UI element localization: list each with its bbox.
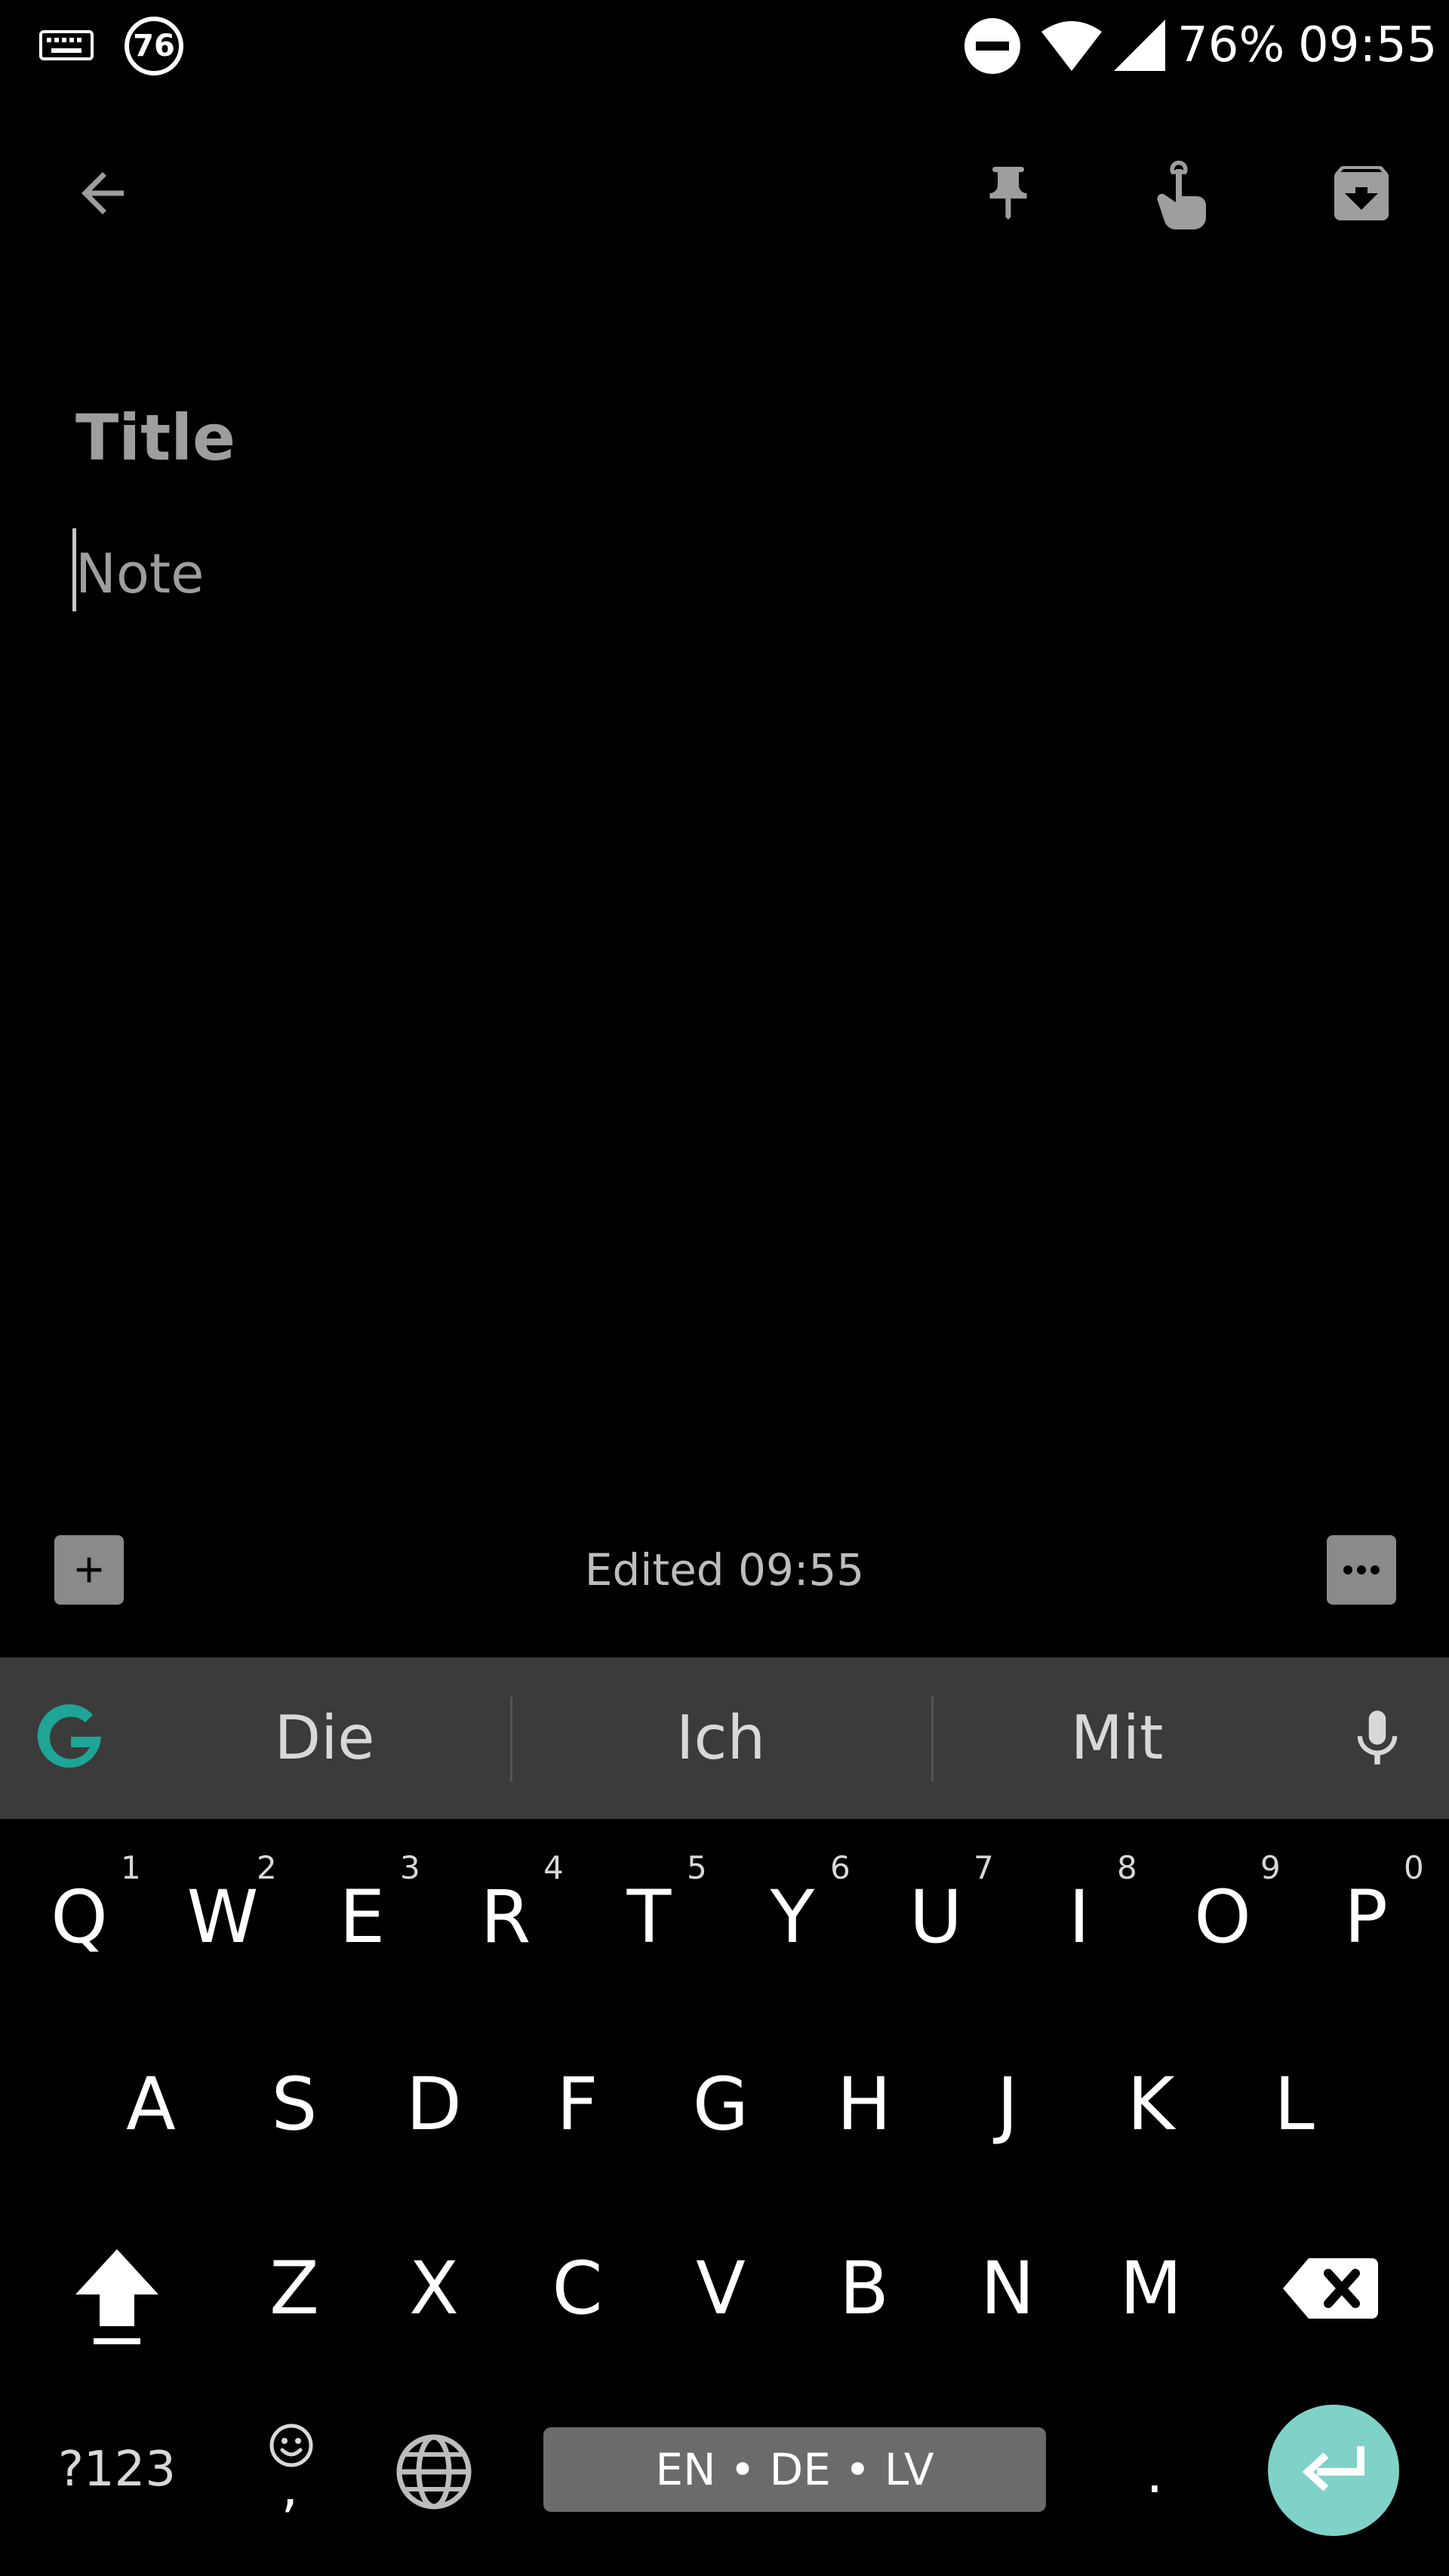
edited-timestamp: Edited 09:55	[584, 1544, 865, 1596]
microphone-icon[interactable]	[1343, 1701, 1411, 1777]
key-hint-1: 1	[121, 1849, 141, 1886]
comma-key[interactable]: ,	[260, 2453, 320, 2521]
key-x[interactable]: X	[362, 2198, 506, 2379]
key-hint-0: 0	[1404, 1849, 1424, 1886]
note-body-input[interactable]: Note	[75, 528, 1358, 619]
key-hint-8: 8	[1117, 1849, 1137, 1886]
key-a[interactable]: A	[79, 2014, 223, 2195]
suggestion-2[interactable]: Ich	[543, 1657, 898, 1819]
backspace-icon[interactable]	[1281, 2251, 1380, 2326]
key-k[interactable]: K	[1079, 2014, 1223, 2195]
status-bar: 76 76% 09:55	[0, 0, 1449, 91]
archive-icon[interactable]	[1316, 148, 1407, 239]
title-input[interactable]: Title	[75, 392, 1358, 483]
google-g-icon[interactable]	[27, 1695, 110, 1778]
key-hint-2: 2	[257, 1849, 277, 1886]
key-hint-7: 7	[974, 1849, 994, 1886]
key-f[interactable]: F	[506, 2014, 649, 2195]
enter-icon	[1302, 2446, 1364, 2491]
key-hint-3: 3	[400, 1849, 420, 1886]
keyboard-icon	[39, 29, 94, 62]
key-s[interactable]: S	[223, 2014, 366, 2195]
notification-badge: 76	[125, 17, 183, 75]
suggestion-3[interactable]: Mit	[943, 1657, 1291, 1819]
symbols-key[interactable]: ?123	[30, 2427, 204, 2512]
key-m[interactable]: M	[1079, 2198, 1223, 2379]
pin-icon[interactable]	[963, 148, 1054, 239]
key-z[interactable]: Z	[223, 2198, 366, 2379]
suggestion-divider	[931, 1697, 934, 1781]
key-g[interactable]: G	[649, 2014, 792, 2195]
suggestion-divider	[510, 1697, 512, 1781]
key-n[interactable]: N	[936, 2198, 1079, 2379]
globe-icon[interactable]	[392, 2430, 475, 2513]
more-options-icon[interactable]	[1327, 1535, 1396, 1605]
dnd-icon	[963, 17, 1022, 75]
space-bar[interactable]: EN • DE • LV	[543, 2427, 1046, 2512]
enter-button[interactable]	[1268, 2405, 1399, 2536]
key-b[interactable]: B	[792, 2198, 936, 2379]
text-cursor	[72, 528, 76, 611]
key-j[interactable]: J	[936, 2014, 1079, 2195]
wifi-icon	[1040, 18, 1103, 72]
key-h[interactable]: H	[792, 2014, 936, 2195]
key-hint-4: 4	[543, 1849, 564, 1886]
key-c[interactable]: C	[506, 2198, 649, 2379]
battery-text: 76%	[1177, 17, 1285, 73]
shift-icon[interactable]	[60, 2234, 174, 2355]
period-key[interactable]: .	[1124, 2432, 1185, 2515]
key-v[interactable]: V	[649, 2198, 792, 2379]
back-arrow-icon[interactable]	[57, 148, 148, 239]
key-hint-5: 5	[687, 1849, 707, 1886]
clock-text: 09:55	[1298, 17, 1438, 73]
key-hint-6: 6	[830, 1849, 851, 1886]
suggestion-1[interactable]: Die	[151, 1657, 498, 1819]
suggestion-bar: Die Ich Mit	[0, 1657, 1449, 1819]
key-hint-9: 9	[1260, 1849, 1281, 1886]
key-d[interactable]: D	[362, 2014, 506, 2195]
signal-icon	[1112, 18, 1167, 72]
reminder-icon[interactable]	[1137, 148, 1227, 239]
key-l[interactable]: L	[1223, 2014, 1366, 2195]
